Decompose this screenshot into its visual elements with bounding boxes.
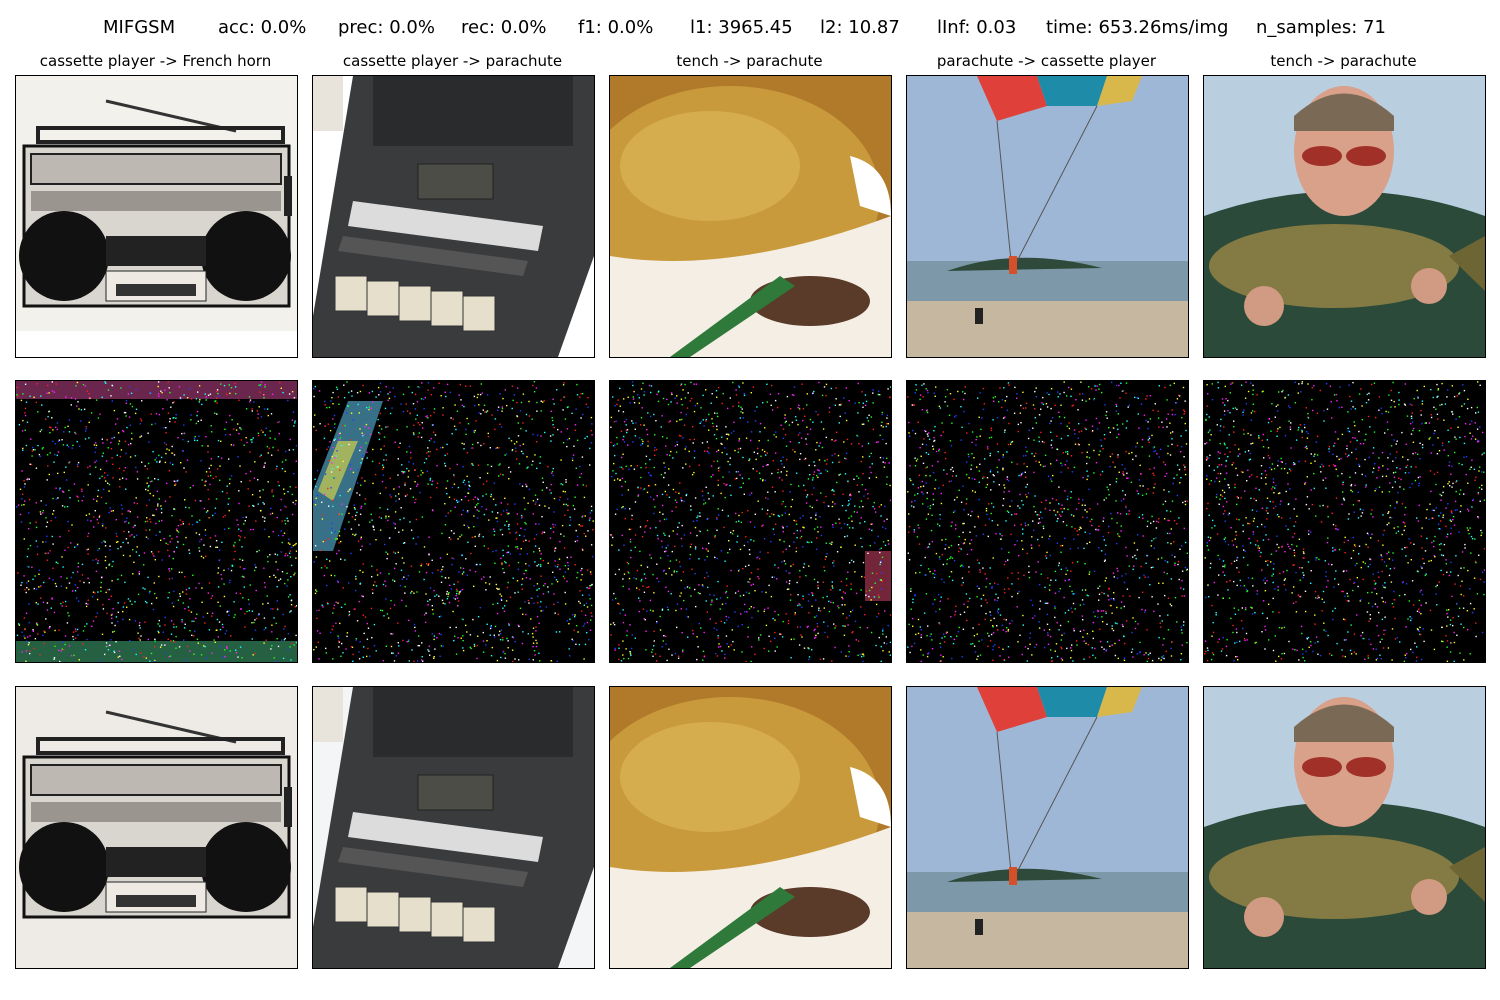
recall-metric: rec: 0.0% (461, 17, 547, 38)
l1-metric: l1: 3965.45 (690, 17, 793, 38)
perturbation-parasailing (906, 380, 1189, 663)
time-metric: time: 653.26ms/img (1046, 17, 1229, 38)
original-image-man-tench (1203, 75, 1486, 358)
attack-name: MIFGSM (103, 17, 176, 38)
linf-metric: lInf: 0.03 (937, 17, 1017, 38)
adversarial-image-boombox (15, 686, 298, 969)
f1-metric: f1: 0.0% (578, 17, 654, 38)
original-image-tench (609, 75, 892, 358)
perturbation-man-tench (1203, 380, 1486, 663)
accuracy-metric: acc: 0.0% (218, 17, 307, 38)
adversarial-image-datasette (312, 686, 595, 969)
column-title: tench -> parachute (1270, 52, 1417, 70)
adversarial-image-tench (609, 686, 892, 969)
adversarial-image-man-tench (1203, 686, 1486, 969)
perturbation-boombox (15, 380, 298, 663)
column-title: cassette player -> parachute (342, 52, 563, 70)
original-image-boombox (15, 75, 298, 358)
adversarial-image-parasailing (906, 686, 1189, 969)
column-title: tench -> parachute (676, 52, 823, 70)
precision-metric: prec: 0.0% (338, 17, 435, 38)
perturbation-tench (609, 380, 892, 663)
metrics-header: MIFGSM acc: 0.0% prec: 0.0% rec: 0.0% f1… (0, 17, 1500, 41)
column-title: parachute -> cassette player (936, 52, 1157, 70)
column-title: cassette player -> French horn (39, 52, 272, 70)
original-image-datasette (312, 75, 595, 358)
perturbation-datasette (312, 380, 595, 663)
n-samples-metric: n_samples: 71 (1256, 17, 1386, 38)
l2-metric: l2: 10.87 (820, 17, 900, 38)
original-image-parasailing (906, 75, 1189, 358)
